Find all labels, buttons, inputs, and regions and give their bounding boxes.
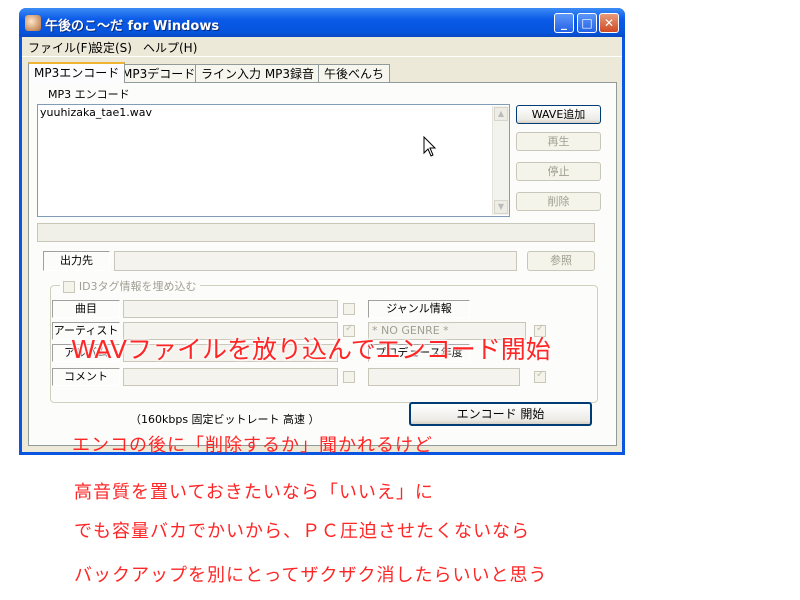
comment-checkbox[interactable] [343, 371, 355, 383]
maximize-button[interactable]: □ [577, 13, 597, 33]
app-icon [25, 15, 41, 31]
output-path-field[interactable] [114, 251, 517, 271]
year-field[interactable] [368, 368, 520, 386]
section-label: MP3 エンコード [48, 88, 130, 101]
annotation-line-4: バックアップを別にとってザクザク消したらいいと思う [74, 565, 548, 586]
add-wave-button[interactable]: WAVE追加 [516, 105, 601, 124]
tab-mp3-decode[interactable]: MP3デコード [116, 64, 202, 82]
annotation-line-3: でも容量バカでかいから、ＰＣ圧迫させたくないなら [74, 521, 530, 542]
progress-bar [37, 223, 595, 242]
annotation-headline: WAVファイルを放り込んでエンコード開始 [71, 335, 551, 364]
bitrate-info: （160kbps 固定ビットレート 高速 ） [130, 413, 320, 426]
delete-button[interactable]: 削除 [516, 192, 601, 211]
file-list-scrollbar[interactable]: ▲ ▼ [492, 106, 509, 215]
window-title: 午後のこ～だ for Windows [45, 19, 220, 34]
annotation-line-2: 高音質を置いておきたいなら「いいえ」に [74, 482, 434, 503]
tab-gogo-bench[interactable]: 午後べんち [318, 64, 391, 82]
id3-checkbox-label: ID3タグ情報を埋め込む [78, 280, 197, 293]
comment-field[interactable] [123, 368, 338, 386]
menu-settings[interactable]: 設定(S) [91, 39, 132, 56]
scroll-up-icon[interactable]: ▲ [494, 107, 508, 121]
close-button[interactable]: ✕ [599, 13, 619, 33]
song-label: 曲目 [52, 300, 120, 318]
comment-label: コメント [52, 368, 120, 386]
minimize-button[interactable]: _ [554, 13, 574, 33]
song-field[interactable] [123, 300, 338, 318]
window-client: ファイル(F) 設定(S) ヘルプ(H) MP3エンコード MP3デコード ライ… [22, 37, 622, 452]
tab-line-in-record[interactable]: ライン入力 MP3録音 [195, 64, 321, 82]
annotation-line-1: エンコの後に「削除するか」聞かれるけど [72, 435, 433, 456]
menu-file[interactable]: ファイル(F) [28, 39, 92, 56]
browse-button[interactable]: 参照 [527, 251, 595, 271]
file-list-item[interactable]: yuuhizaka_tae1.wav [40, 106, 152, 119]
genre-label: ジャンル情報 [368, 300, 470, 318]
start-encode-button[interactable]: エンコード 開始 [409, 402, 592, 426]
id3-checkbox[interactable] [63, 280, 75, 293]
menu-bar: ファイル(F) 設定(S) ヘルプ(H) [22, 37, 622, 57]
output-label: 出力先 [43, 251, 110, 271]
menu-help[interactable]: ヘルプ(H) [143, 39, 197, 56]
mouse-cursor-icon [423, 136, 437, 157]
song-checkbox[interactable] [343, 303, 355, 315]
title-bar[interactable]: 午後のこ～だ for Windows _ □ ✕ [19, 8, 625, 37]
stop-button[interactable]: 停止 [516, 162, 601, 181]
tab-mp3-encode[interactable]: MP3エンコード [28, 62, 126, 83]
play-button[interactable]: 再生 [516, 132, 601, 151]
year-checkbox[interactable] [534, 369, 546, 383]
app-window: 午後のこ～だ for Windows _ □ ✕ ファイル(F) 設定(S) ヘ… [19, 8, 625, 455]
file-list[interactable]: yuuhizaka_tae1.wav ▲ ▼ [37, 104, 510, 217]
scroll-down-icon[interactable]: ▼ [494, 200, 508, 214]
id3-toggle[interactable]: ID3タグ情報を埋め込む [60, 278, 200, 294]
